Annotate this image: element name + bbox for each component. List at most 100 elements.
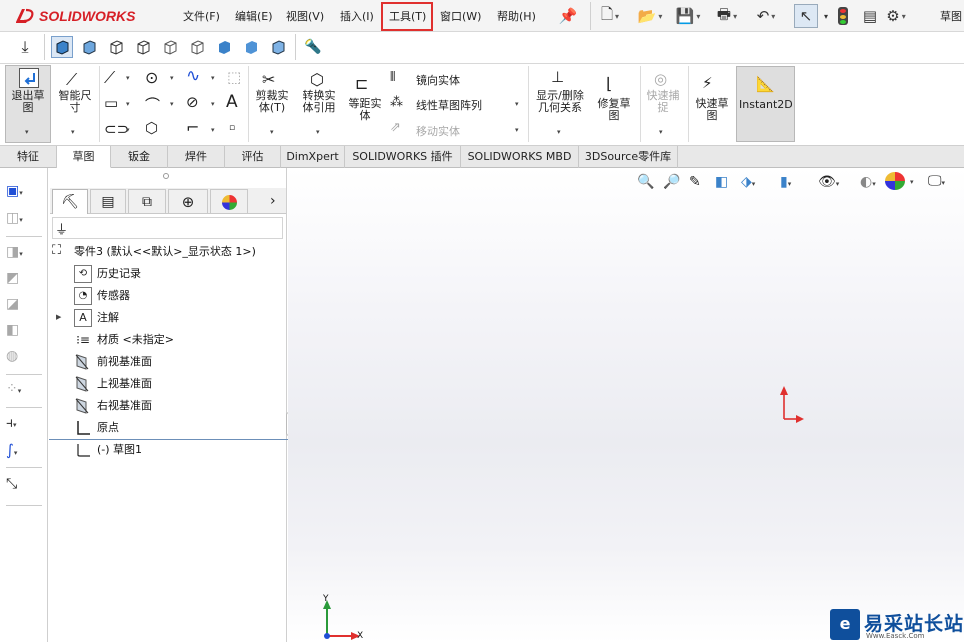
file-properties-icon[interactable]: ▤ [860, 6, 880, 26]
linear-pattern-dropdown-icon[interactable]: ▾ [515, 100, 519, 108]
spline-icon[interactable]: ∿ [186, 66, 200, 86]
tab-solidworks-mbd[interactable]: SOLIDWORKS MBD [461, 146, 579, 168]
linear-pattern-icon[interactable]: ⁂ [390, 95, 403, 110]
rectangle-icon[interactable]: ▭ [104, 94, 118, 112]
normal-to-icon[interactable]: ⤓ [14, 36, 36, 58]
ellipse-icon[interactable]: ⊘ [186, 93, 199, 111]
linear-pattern-label[interactable]: 线性草图阵列 [416, 97, 482, 113]
menu-file[interactable]: 文件(F) [183, 8, 220, 24]
spline-dropdown-icon[interactable]: ▾ [211, 74, 215, 82]
tree-item-annotations[interactable]: 注解 [97, 309, 119, 327]
view-orientation-icon[interactable]: ⬗▾ [741, 174, 755, 190]
display-manager-tab-icon[interactable] [210, 189, 248, 214]
wireframe-alt-icon[interactable] [186, 36, 208, 58]
undo-icon[interactable]: ↶ ▾ [756, 6, 776, 26]
property-manager-tab-icon[interactable]: ▤ [90, 189, 126, 214]
select-dropdown-icon[interactable]: ▾ [816, 6, 836, 26]
tree-filter-box[interactable] [52, 217, 283, 239]
curves-icon[interactable]: ∫▾ [6, 441, 28, 461]
tree-item-history[interactable]: 历史记录 [97, 265, 141, 283]
edit-appearance-icon[interactable]: ◐▾ [860, 174, 876, 190]
open-folder-icon[interactable]: 📂 ▾ [638, 6, 663, 26]
print-icon[interactable]: 🖶 ▾ [717, 5, 737, 26]
ellipse-dropdown-icon[interactable]: ▾ [211, 100, 215, 108]
offset-entities-icon[interactable]: ⊏ [355, 74, 368, 93]
tab-evaluate[interactable]: 评估 [225, 146, 281, 168]
menu-view[interactable]: 视图(V) [286, 8, 324, 24]
menu-edit[interactable]: 编辑(E) [235, 8, 273, 24]
tab-3dsource[interactable]: 3DSource零件库 [579, 146, 678, 168]
save-icon[interactable]: 💾 ▾ [676, 6, 701, 26]
slot-dropdown-icon[interactable]: ▾ [126, 126, 130, 134]
graphics-area[interactable] [288, 168, 964, 642]
rollback-bar[interactable] [49, 439, 293, 440]
tree-item-top-plane[interactable]: 上视基准面 [97, 375, 152, 393]
display-relations-icon[interactable]: ⊥ [551, 68, 564, 86]
tab-sheet-metal[interactable]: 钣金 [111, 146, 168, 168]
point-icon[interactable]: ▫ [229, 123, 235, 133]
slot-icon[interactable]: ⌒ [145, 94, 160, 115]
zoom-to-area-icon[interactable]: 🔎 [663, 174, 680, 190]
tree-root-part[interactable]: 零件3 (默认<<默认>_显示状态 1>) [74, 243, 256, 261]
repair-sketch-icon[interactable]: ⌊ [606, 74, 612, 93]
section-view-icon[interactable]: ◧ [715, 174, 728, 190]
scene-dropdown-icon[interactable]: ▾ [910, 178, 914, 186]
trim-entities-icon[interactable]: ✂ [262, 70, 275, 89]
new-document-icon[interactable]: 🗋 ▾ [600, 5, 620, 26]
tree-item-right-plane[interactable]: 右视基准面 [97, 397, 152, 415]
tab-weldments[interactable]: 焊件 [168, 146, 225, 168]
hidden-lines-removed-icon[interactable] [105, 36, 127, 58]
line-icon[interactable]: ⟋ [104, 68, 115, 88]
dimxpert-manager-tab-icon[interactable]: ⊕ [168, 189, 208, 214]
mirror-entities-icon[interactable]: ⫴ [390, 70, 395, 85]
rectangle-dropdown-icon[interactable]: ▾ [126, 100, 130, 108]
pin-icon[interactable]: 📌 [558, 6, 578, 26]
display-relations-dropdown-icon[interactable]: ▾ [557, 128, 561, 136]
rapid-sketch-icon[interactable]: ⚡ [702, 74, 713, 92]
solidworks-logo[interactable]: SOLIDWORKS [14, 6, 135, 26]
rebuild-traffic-light-icon[interactable] [838, 7, 848, 25]
hidden-lines-visible-icon[interactable] [132, 36, 154, 58]
polygon-icon[interactable]: ⬡ [145, 119, 158, 137]
exit-sketch-dropdown-icon[interactable]: ▾ [25, 128, 29, 136]
tree-item-material[interactable]: 材质 <未指定> [97, 331, 174, 349]
shaded-cube-2-icon[interactable] [240, 36, 262, 58]
wireframe-icon[interactable] [159, 36, 181, 58]
menu-tools[interactable]: 工具(T) [389, 8, 426, 24]
arc-dropdown-icon[interactable]: ▾ [170, 100, 174, 108]
chevron-right-icon[interactable]: › [270, 193, 276, 209]
tree-item-origin[interactable]: 原点 [97, 419, 119, 437]
display-style-icon[interactable]: ▮▾ [780, 174, 791, 190]
previous-view-icon[interactable]: ✎ [689, 174, 701, 190]
shaded-cube-icon[interactable] [213, 36, 235, 58]
menu-help[interactable]: 帮助(H) [497, 8, 536, 24]
extrude-boss-icon[interactable]: ▣▾ [6, 183, 28, 203]
filter-icon[interactable]: ⏚ [55, 219, 68, 238]
smart-dimension-dropdown-icon[interactable]: ▾ [71, 128, 75, 136]
shaded-view-icon[interactable] [78, 36, 100, 58]
options-gear-icon[interactable]: ⚙ ▾ [886, 6, 906, 26]
zoom-to-fit-icon[interactable]: 🔍 [637, 174, 654, 190]
menu-window[interactable]: 窗口(W) [440, 8, 481, 24]
mirror-entities-label[interactable]: 镜向实体 [416, 72, 460, 88]
tab-solidworks-addins[interactable]: SOLIDWORKS 插件 [345, 146, 461, 168]
section-cube-icon[interactable] [267, 36, 289, 58]
text-icon[interactable]: A [226, 92, 238, 112]
circle-icon[interactable]: ⊙ [145, 68, 158, 87]
fillet-icon[interactable]: ⌐ [186, 118, 199, 137]
tab-sketch[interactable]: 草图 [57, 146, 111, 168]
flashlight-icon[interactable]: 🔦 [302, 36, 324, 58]
tab-features[interactable]: 特征 [0, 146, 57, 168]
menu-insert[interactable]: 插入(I) [340, 8, 374, 24]
tab-dimxpert[interactable]: DimXpert [281, 146, 345, 168]
panel-grip-icon[interactable] [163, 173, 169, 179]
line-dropdown-icon[interactable]: ▾ [126, 74, 130, 82]
feature-manager-tab-icon[interactable]: ⛏ [52, 189, 88, 214]
trim-dropdown-icon[interactable]: ▾ [270, 128, 274, 136]
convert-dropdown-icon[interactable]: ▾ [316, 128, 320, 136]
fillet-dropdown-icon[interactable]: ▾ [211, 126, 215, 134]
smart-dimension-icon[interactable]: ⟋ [66, 70, 77, 90]
instant3d-icon[interactable]: ⤡ [6, 476, 28, 496]
hide-show-items-icon[interactable]: 👁▾ [818, 174, 839, 190]
circle-dropdown-icon[interactable]: ▾ [170, 74, 174, 82]
